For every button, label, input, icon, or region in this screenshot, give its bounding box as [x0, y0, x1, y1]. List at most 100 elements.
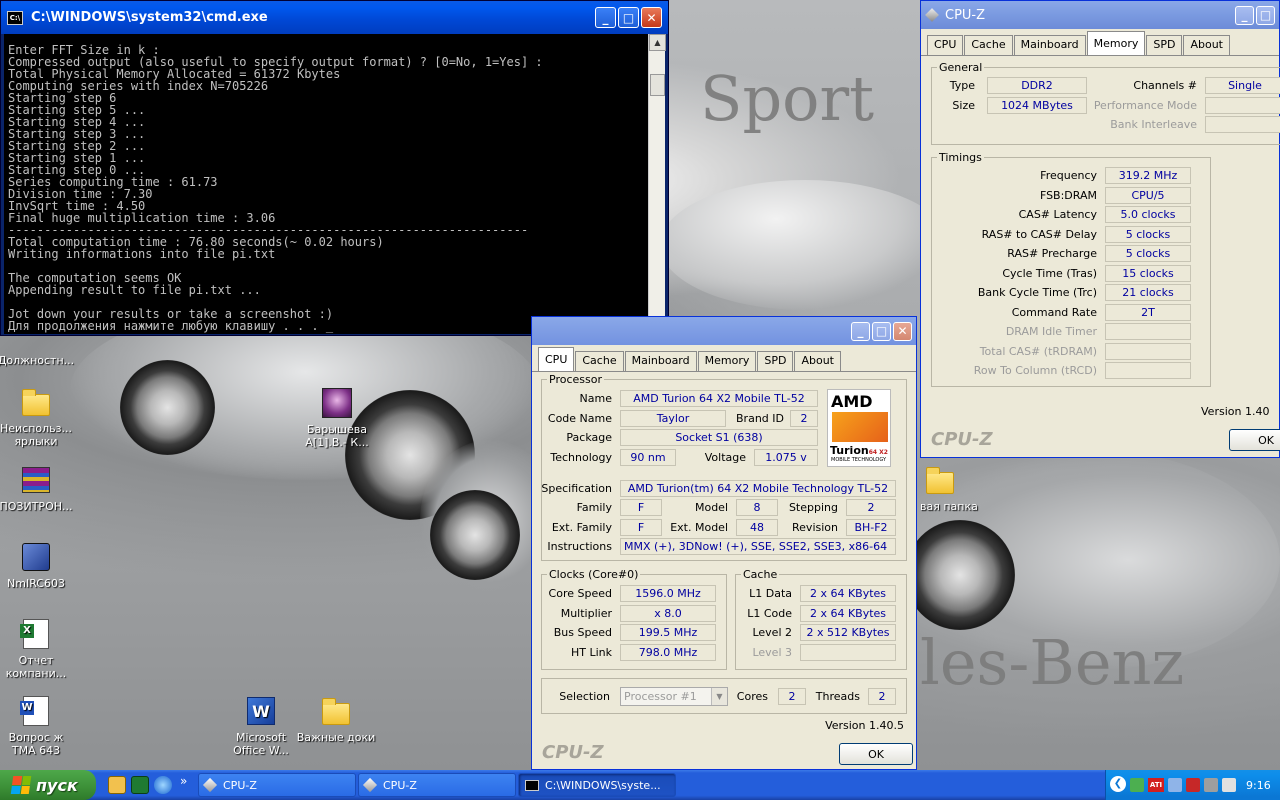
taskbar-button-cpuz[interactable]: CPU-Z: [358, 773, 516, 797]
taskbar-button-label: CPU-Z: [223, 778, 257, 792]
desktop-icon[interactable]: X Отчет компани...: [0, 618, 76, 680]
timing-label: Row To Column (tRCD): [973, 364, 1097, 377]
tab-spd[interactable]: SPD: [757, 351, 794, 371]
windows-flag-icon: [10, 776, 32, 794]
desktop-icon[interactable]: Важные доки: [296, 695, 376, 744]
cmd-window[interactable]: C:\ C:\WINDOWS\system32\cmd.exe _ □ ✕ En…: [0, 0, 669, 336]
cpuz-cpu-window[interactable]: _ □ ✕ CPU Cache Mainboard Memory SPD Abo…: [531, 316, 917, 770]
tab-memory[interactable]: Memory: [1086, 31, 1146, 55]
cpuz-cpu-titlebar[interactable]: _ □ ✕: [532, 317, 916, 345]
level3-label: Level 3: [752, 646, 792, 659]
cmd-titlebar[interactable]: C:\ C:\WINDOWS\system32\cmd.exe _ □ ✕: [1, 1, 668, 34]
desktop-icon-label: Важные доки: [296, 731, 376, 744]
clock[interactable]: 9:16: [1246, 779, 1271, 792]
package-label: Package: [566, 431, 612, 444]
tab-memory[interactable]: Memory: [697, 351, 757, 371]
cpuz-app-icon: [925, 8, 939, 22]
tray-expand-icon[interactable]: ❮: [1110, 776, 1126, 792]
timing-value: [1105, 343, 1191, 360]
ok-button[interactable]: OK: [839, 743, 913, 765]
start-button[interactable]: пуск: [0, 770, 96, 800]
desktop-icon[interactable]: W Microsoft Office W...: [221, 695, 301, 757]
network-tray-icon[interactable]: [1130, 778, 1144, 792]
minimize-button[interactable]: _: [1235, 5, 1254, 25]
program-icon: [20, 541, 52, 573]
turion-logo-text: Turion64 X2: [830, 444, 888, 457]
bluetooth-tray-icon[interactable]: [1168, 778, 1182, 792]
power-tray-icon[interactable]: [1222, 778, 1236, 792]
timing-label: Frequency: [1040, 169, 1097, 182]
wallpaper-text-sport: Sport: [700, 62, 875, 135]
tab-cache[interactable]: Cache: [964, 35, 1013, 55]
tab-about[interactable]: About: [794, 351, 841, 371]
close-icon: ✕: [646, 10, 657, 25]
scroll-up-icon[interactable]: ▲: [649, 34, 666, 51]
close-button[interactable]: ✕: [641, 7, 662, 28]
processor-select[interactable]: Processor #1 ▼: [620, 687, 728, 706]
desktop-icon[interactable]: W Вопрос ж ТМА 643: [0, 695, 76, 757]
level3-value: [800, 644, 896, 661]
clocks-legend: Clocks (Core#0): [549, 568, 639, 581]
bus-speed-label: Bus Speed: [553, 626, 612, 639]
close-button[interactable]: ✕: [893, 321, 912, 341]
cores-value: 2: [778, 688, 806, 705]
security-tray-icon[interactable]: [1186, 778, 1200, 792]
desktop-icon[interactable]: NmIRC603: [0, 541, 76, 590]
cmd-output[interactable]: Enter FFT Size in k : Compressed output (…: [4, 34, 650, 334]
level2-label: Level 2: [752, 626, 792, 639]
taskbar: пуск » CPU-Z CPU-Z C:\WINDOWS\syste... ❮…: [0, 770, 1280, 800]
desktop-icon[interactable]: Барышева А[1].В.- К...: [297, 387, 377, 449]
type-label: Type: [949, 79, 975, 92]
model-label: Model: [694, 501, 728, 514]
ok-button[interactable]: OK: [1229, 429, 1280, 451]
minimize-button[interactable]: _: [851, 321, 870, 341]
hardware-tray-icon[interactable]: [1204, 778, 1218, 792]
timing-label: RAS# to CAS# Delay: [981, 228, 1097, 241]
package-value: Socket S1 (638): [620, 429, 818, 446]
bank-interleave-label: Bank Interleave: [1110, 118, 1197, 131]
outlook-quicklaunch-icon[interactable]: [108, 776, 126, 794]
tab-cpu[interactable]: CPU: [538, 347, 575, 371]
folder-icon: [20, 386, 52, 418]
desktop-icon[interactable]: Неиспольз... ярлыки: [0, 386, 76, 448]
revision-label: Revision: [792, 521, 838, 534]
ext-family-value: F: [620, 519, 662, 536]
cmd-line: Writing informations into file pi.txt: [8, 247, 276, 261]
revision-value: BH-F2: [846, 519, 896, 536]
tab-spd[interactable]: SPD: [1146, 35, 1183, 55]
brandid-label: Brand ID: [736, 412, 784, 425]
taskbar-button-cmd[interactable]: C:\WINDOWS\syste...: [518, 773, 676, 797]
tab-mainboard[interactable]: Mainboard: [1013, 35, 1086, 55]
cpuz-task-icon: [362, 777, 378, 793]
ati-tray-icon[interactable]: ATI: [1148, 778, 1164, 792]
cmd-scrollbar[interactable]: ▲ ▼: [648, 34, 666, 334]
wallpaper-car-top: [660, 180, 950, 310]
cpuz-memory-titlebar[interactable]: CPU-Z _ □: [921, 1, 1279, 29]
tab-mainboard[interactable]: Mainboard: [624, 351, 697, 371]
image-icon: [321, 387, 353, 419]
scroll-thumb[interactable]: [650, 74, 665, 96]
desktop-icon[interactable]: ПОЗИТРОН...: [0, 464, 76, 513]
quicklaunch-more-icon[interactable]: »: [180, 774, 187, 788]
minimize-button[interactable]: _: [595, 7, 616, 28]
tab-about[interactable]: About: [1183, 35, 1230, 55]
voltage-value: 1.075 v: [754, 449, 818, 466]
cpuz-memory-window[interactable]: CPU-Z _ □ CPU Cache Mainboard Memory SPD…: [920, 0, 1280, 458]
start-label: пуск: [36, 775, 78, 795]
taskbar-button-cpuz[interactable]: CPU-Z: [198, 773, 356, 797]
excel-quicklaunch-icon[interactable]: [131, 776, 149, 794]
tab-cpu[interactable]: CPU: [927, 35, 964, 55]
l1-data-label: L1 Data: [749, 587, 792, 600]
cpuz-memory-tabs: CPU Cache Mainboard Memory SPD About: [921, 29, 1279, 56]
ie-quicklaunch-icon[interactable]: [154, 776, 172, 794]
maximize-icon: □: [1259, 8, 1272, 22]
turion-x2-text: 64 X2: [868, 449, 888, 456]
maximize-button[interactable]: □: [1256, 5, 1275, 25]
cpuz-task-icon: [202, 777, 218, 793]
technology-label: Technology: [550, 451, 612, 464]
wallpaper-wheel: [905, 520, 1015, 630]
maximize-button[interactable]: □: [872, 321, 891, 341]
cpuz-cpu-version: Version 1.40.5: [825, 719, 904, 732]
tab-cache[interactable]: Cache: [575, 351, 624, 371]
maximize-button[interactable]: □: [618, 7, 639, 28]
